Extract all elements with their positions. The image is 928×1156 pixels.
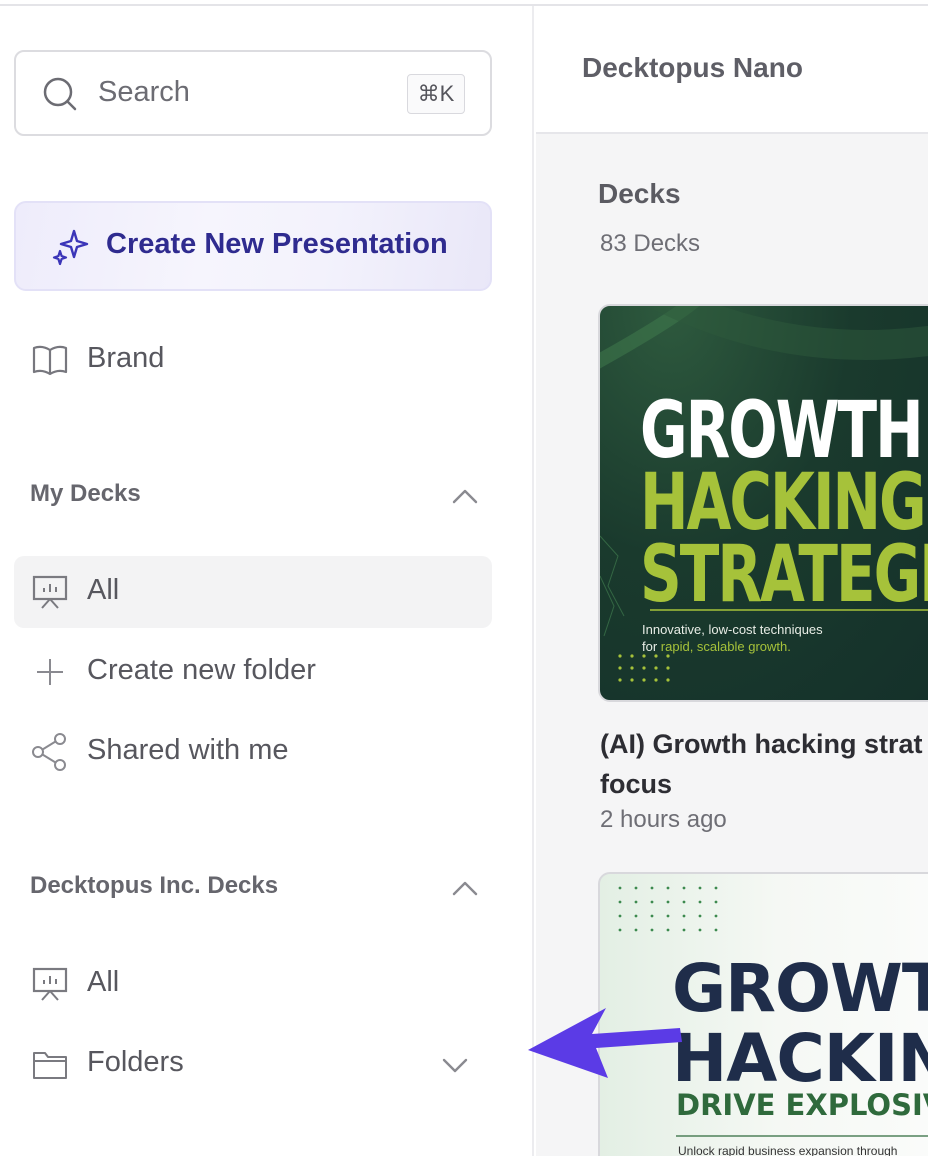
share-icon: [32, 733, 66, 771]
chevron-down-icon[interactable]: [440, 1050, 470, 1080]
sidebar-item-label: All: [87, 574, 120, 606]
thumbnail-subtitle-2a: for: [642, 639, 661, 654]
sidebar-item-label: Folders: [87, 1046, 184, 1078]
workspace-name[interactable]: Decktopus Nano: [582, 52, 803, 84]
sidebar-item-label: Create new folder: [87, 654, 316, 686]
thumbnail-subtitle-2b: rapid, scalable growth.: [660, 639, 791, 654]
team-decks-header[interactable]: Decktopus Inc. Decks: [30, 868, 480, 908]
create-presentation-button[interactable]: Create New Presentation: [14, 201, 492, 291]
thumbnail-line-1: GROWT: [672, 950, 928, 1027]
deck-count: 83 Decks: [600, 230, 701, 257]
sidebar-item-team-all[interactable]: All: [14, 948, 492, 1020]
presentation-icon: [32, 967, 68, 1001]
my-decks-header[interactable]: My Decks: [30, 476, 480, 516]
sidebar-item-label: Brand: [87, 342, 165, 374]
sparkles-icon: [52, 229, 89, 266]
shortcut-hint: ⌘K: [407, 74, 465, 114]
deck-title[interactable]: (AI) Growth hacking strat focus: [600, 724, 928, 804]
presentation-icon: [32, 575, 68, 609]
thumbnail-line-3: DRIVE EXPLOSIVE: [676, 1088, 928, 1122]
folder-icon: [33, 1052, 67, 1079]
sidebar-item-my-all[interactable]: All: [14, 556, 492, 628]
deck-title-line-2: focus: [600, 769, 673, 799]
create-presentation-label: Create New Presentation: [106, 228, 448, 260]
workspace-header: Decktopus Nano: [536, 6, 928, 134]
search-box[interactable]: Search ⌘K: [14, 50, 492, 136]
thumbnail-subtitle-1: Unlock rapid business expansion through: [678, 1144, 898, 1156]
chevron-up-icon[interactable]: [450, 482, 480, 512]
sidebar-item-shared[interactable]: Shared with me: [14, 716, 492, 788]
sidebar-item-brand[interactable]: Brand: [14, 324, 492, 396]
sidebar-item-label: Shared with me: [87, 734, 289, 766]
thumbnail-line-3: STRATEGIES: [640, 528, 928, 620]
deck-title-line-1: (AI) Growth hacking strat: [600, 729, 923, 759]
search-placeholder: Search: [98, 76, 190, 108]
arrow-annotation-icon: [528, 1008, 682, 1078]
sidebar: Search ⌘K Create New Presentation Brand …: [0, 6, 534, 1156]
search-icon: [43, 77, 77, 111]
thumbnail-subtitle-2: for rapid, scalable growth.: [642, 639, 791, 654]
plus-icon: [37, 659, 63, 685]
main-content: Decktopus Nano Decks 83 Decks GROWTH HAC…: [536, 6, 928, 1156]
page-title: Decks: [598, 178, 681, 209]
sidebar-item-label: All: [87, 966, 120, 998]
section-title: Decktopus Inc. Decks: [30, 872, 279, 899]
deck-card-thumbnail[interactable]: GROWTH HACKING STRATEGIES Innovative, lo…: [598, 304, 928, 702]
sidebar-item-create-folder[interactable]: Create new folder: [14, 636, 492, 708]
thumbnail-subtitle-1: Innovative, low-cost techniques: [642, 622, 823, 637]
sidebar-item-folders[interactable]: Folders: [14, 1028, 492, 1100]
book-icon: [32, 345, 68, 376]
chevron-up-icon[interactable]: [450, 874, 480, 904]
section-title: My Decks: [30, 480, 141, 507]
thumbnail-line-2: HACKIN: [672, 1020, 928, 1097]
deck-timestamp: 2 hours ago: [600, 806, 727, 833]
